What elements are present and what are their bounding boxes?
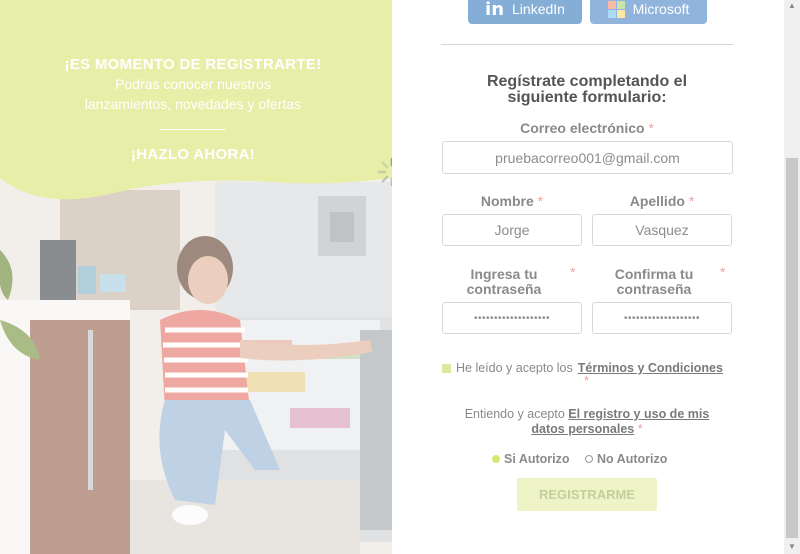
registration-form: in LinkedIn Microsoft Regístrate complet… (392, 0, 784, 554)
microsoft-label: Microsoft (632, 1, 690, 17)
email-field[interactable]: pruebacorreo001@gmail.com (442, 141, 733, 174)
data-consent-text: Entiendo y acepto El registro y uso de m… (464, 407, 710, 436)
scrollbar-thumb[interactable] (786, 158, 798, 538)
terms-text: He leído y acepto los (456, 361, 573, 375)
scroll-up-arrow-icon[interactable]: ▲ (788, 2, 796, 10)
authorize-yes-radio[interactable] (492, 455, 500, 463)
first-name-field[interactable]: Jorge (442, 214, 582, 246)
promo-subtitle-line1: Podras conocer nuestros (115, 76, 271, 92)
terms-checkbox[interactable] (442, 363, 451, 373)
linkedin-login-button[interactable]: in LinkedIn (468, 0, 582, 24)
form-title: Regístrate completando el siguiente form… (486, 73, 688, 106)
authorize-no-option[interactable]: No Autorizo (585, 452, 667, 466)
authorize-yes-option[interactable]: Si Autorizo (492, 452, 570, 466)
first-name-label: Nombre * (480, 193, 544, 209)
terms-row: He leído y acepto los Términos y Condici… (442, 361, 723, 375)
password-confirm-field[interactable]: ••••••••••••••••••• (592, 302, 732, 334)
microsoft-login-button[interactable]: Microsoft (590, 0, 707, 24)
password-label: Ingresa tu contraseña (466, 266, 542, 297)
linkedin-icon: in (485, 0, 505, 20)
password-confirm-required-mark: * (720, 264, 726, 280)
password-required-mark: * (570, 264, 576, 280)
promo-panel: ¡ES MOMENTO DE REGISTRARTE! Podras conoc… (0, 0, 392, 554)
last-name-label: Apellido * (629, 193, 695, 209)
terms-link[interactable]: Términos y Condiciones (578, 361, 723, 375)
terms-required-mark: * (584, 373, 590, 388)
register-button[interactable]: REGISTRARME (517, 478, 657, 511)
promo-subtitle-line2: lanzamientos, novedades y ofertas (84, 96, 302, 112)
promo-cta: ¡HAZLO AHORA! (130, 146, 256, 163)
social-divider (441, 44, 733, 45)
promo-title: ¡ES MOMENTO DE REGISTRARTE! (64, 56, 322, 73)
last-name-field[interactable]: Vasquez (592, 214, 732, 246)
password-field[interactable]: ••••••••••••••••••• (442, 302, 582, 334)
linkedin-label: LinkedIn (512, 1, 565, 17)
password-confirm-label: Confirma tu contraseña (614, 266, 694, 297)
scroll-down-arrow-icon[interactable]: ▼ (788, 543, 796, 551)
microsoft-icon (607, 0, 625, 18)
email-label: Correo electrónico * (520, 120, 654, 136)
authorize-no-radio[interactable] (585, 455, 593, 463)
promo-divider (160, 129, 226, 130)
